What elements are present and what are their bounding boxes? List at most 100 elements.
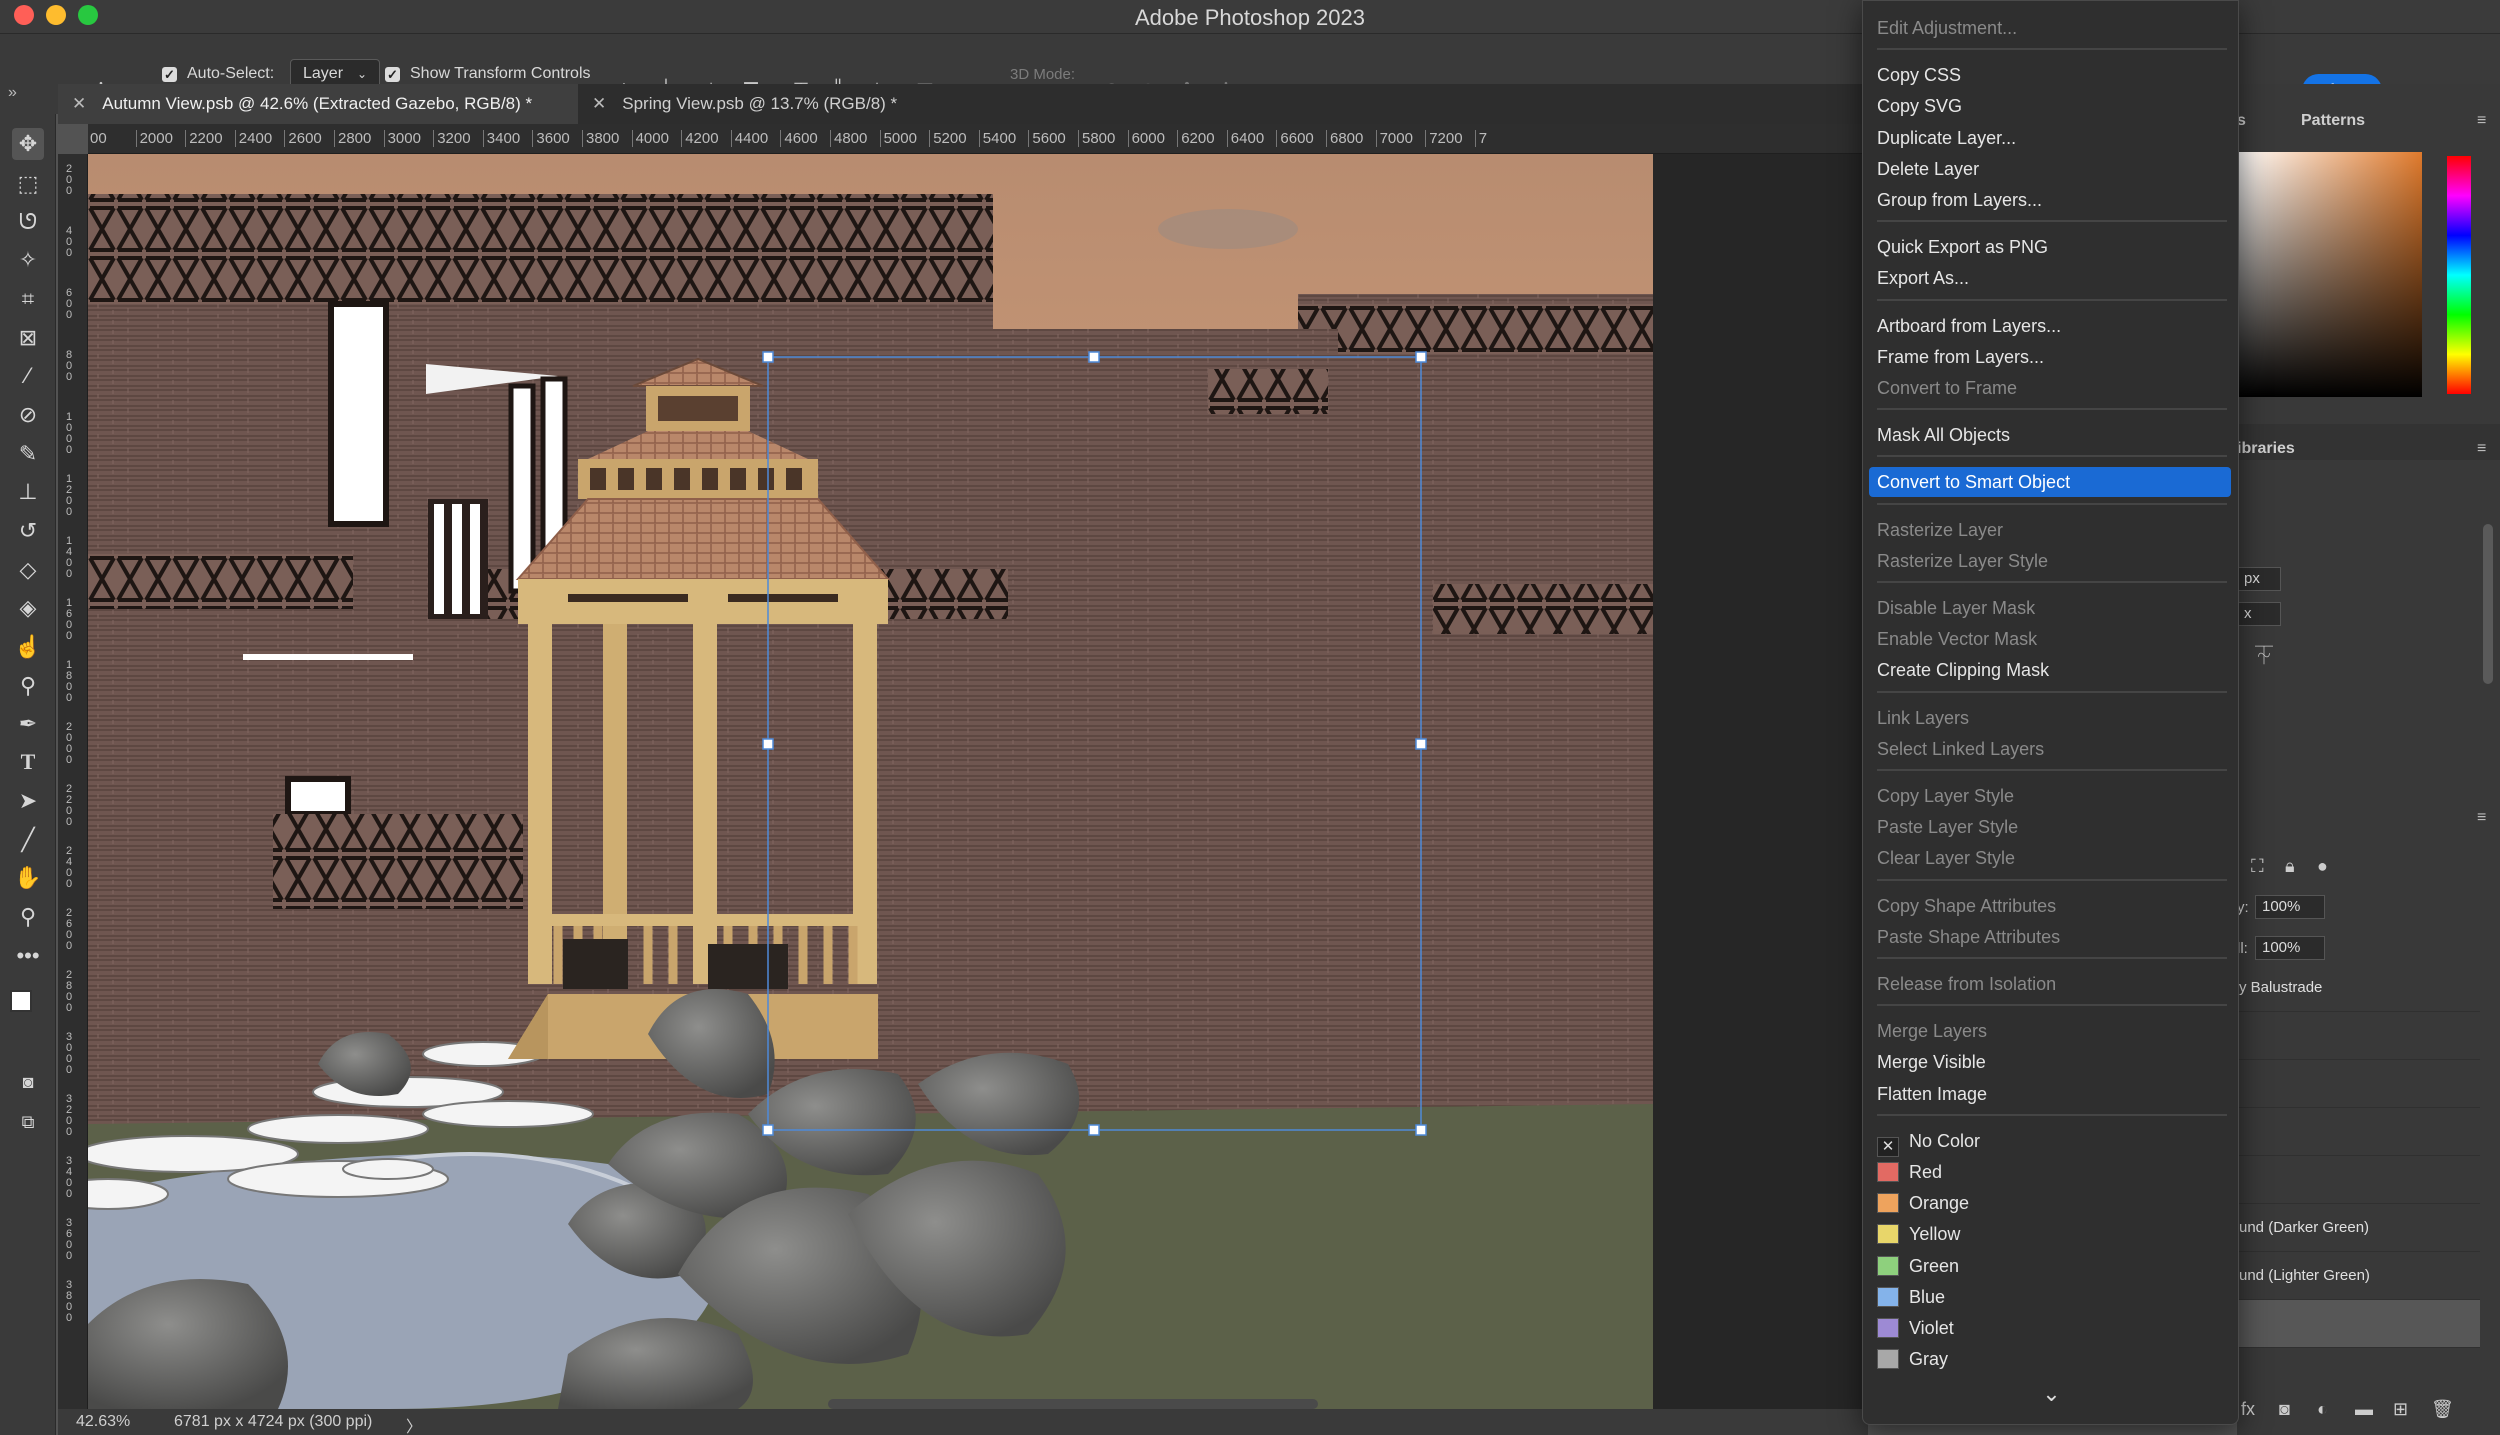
menu-item-gray[interactable]: Gray xyxy=(1877,1344,2227,1374)
property-field[interactable]: x xyxy=(2237,602,2281,626)
menu-item-create-clipping-mask[interactable]: Create Clipping Mask xyxy=(1877,655,2227,685)
layers-footer: fx ◙ ◐ ▬ ⊞ 🗑︎ xyxy=(2237,1399,2500,1435)
menu-item-delete-layer[interactable]: Delete Layer xyxy=(1877,154,2227,184)
type-tool-icon[interactable]: T xyxy=(12,746,44,778)
smudge-tool-icon[interactable]: ☝ xyxy=(12,631,44,663)
close-tab-icon[interactable]: ✕ xyxy=(592,94,606,114)
screen-mode-icon[interactable]: ⧉ xyxy=(12,1106,44,1138)
libraries-tab[interactable]: ibraries xyxy=(2237,440,2295,458)
clone-stamp-tool-icon[interactable]: ⊥ xyxy=(12,476,44,508)
add-mask-icon[interactable]: ◙ xyxy=(2279,1399,2290,1420)
toolbar-collapse-icon[interactable]: » xyxy=(0,84,58,114)
menu-item-artboard-from-layers[interactable]: Artboard from Layers... xyxy=(1877,311,2227,341)
frame-tool-icon[interactable]: ⊠ xyxy=(12,322,44,354)
path-selection-tool-icon[interactable]: ➤ xyxy=(12,785,44,817)
layer-row-selected[interactable] xyxy=(2237,1300,2480,1348)
transform-handle[interactable] xyxy=(762,1124,774,1136)
layer-row[interactable]: und (Lighter Green) xyxy=(2237,1252,2480,1300)
property-field[interactable]: px xyxy=(2237,567,2281,591)
group-icon[interactable]: ▬ xyxy=(2355,1399,2373,1420)
transform-handle[interactable] xyxy=(1088,351,1100,363)
align-icon[interactable]: ⏇ xyxy=(2255,642,2273,668)
magic-wand-tool-icon[interactable]: ✧ xyxy=(12,244,44,276)
menu-item-quick-export-as-png[interactable]: Quick Export as PNG xyxy=(1877,232,2227,262)
auto-select-checkbox[interactable]: ✓ xyxy=(162,66,177,82)
opacity-field[interactable]: 100% xyxy=(2255,895,2325,919)
new-layer-icon[interactable]: ⊞ xyxy=(2393,1399,2408,1420)
marquee-tool-icon[interactable]: ⬚ xyxy=(12,168,44,200)
menu-item-flatten-image[interactable]: Flatten Image xyxy=(1877,1079,2227,1109)
patterns-tab[interactable]: Patterns xyxy=(2301,112,2365,130)
paint-bucket-tool-icon[interactable]: ◈ xyxy=(12,592,44,624)
lock-artboard-icon[interactable]: ⛶ xyxy=(2251,856,2264,877)
menu-item-copy-svg[interactable]: Copy SVG xyxy=(1877,91,2227,121)
menu-item-violet[interactable]: Violet xyxy=(1877,1313,2227,1343)
fx-icon[interactable]: fx xyxy=(2241,1399,2255,1420)
brush-tool-icon[interactable]: ✎ xyxy=(12,438,44,470)
ruler-tick-label: 6000 xyxy=(1127,130,1165,147)
menu-item-no-color[interactable]: ✕ No Color xyxy=(1877,1126,2227,1157)
menu-item-red[interactable]: Red xyxy=(1877,1157,2227,1187)
lock-all-icon[interactable]: 🔒︎ xyxy=(2285,856,2295,877)
transform-handle[interactable] xyxy=(1415,738,1427,750)
quick-mask-icon[interactable]: ◙ xyxy=(12,1066,44,1098)
document-canvas[interactable] xyxy=(88,154,1868,1409)
line-tool-icon[interactable]: ╱ xyxy=(12,824,44,856)
layer-row[interactable]: y Balustrade xyxy=(2237,964,2480,1012)
hue-slider[interactable] xyxy=(2447,156,2471,394)
show-transform-controls-checkbox[interactable]: ✓ xyxy=(385,66,400,82)
transform-handle[interactable] xyxy=(1088,1124,1100,1136)
panel-menu-icon[interactable]: ≡ xyxy=(2477,809,2486,827)
menu-item-disable-layer-mask: Disable Layer Mask xyxy=(1877,593,2227,623)
menu-item-blue[interactable]: Blue xyxy=(1877,1282,2227,1312)
menu-item-orange[interactable]: Orange xyxy=(1877,1188,2227,1218)
transform-handle[interactable] xyxy=(762,738,774,750)
transform-handle[interactable] xyxy=(1415,1124,1427,1136)
layer-row[interactable] xyxy=(2237,1108,2480,1156)
zoom-tool-icon[interactable]: ⚲ xyxy=(12,901,44,933)
color-picker-field[interactable] xyxy=(2237,152,2422,397)
menu-item-merge-visible[interactable]: Merge Visible xyxy=(1877,1047,2227,1077)
menu-item-convert-to-smart-object[interactable]: Convert to Smart Object xyxy=(1869,467,2231,498)
menu-item-export-as[interactable]: Export As... xyxy=(1877,263,2227,293)
trash-icon[interactable]: 🗑︎ xyxy=(2431,1399,2454,1420)
panel-scrollbar[interactable] xyxy=(2483,524,2493,684)
layer-row[interactable]: und (Darker Green) xyxy=(2237,1204,2480,1252)
foreground-color-swatch[interactable] xyxy=(10,990,32,1012)
tab-autumn-view[interactable]: ✕ Autumn View.psb @ 42.6% (Extracted Gaz… xyxy=(58,84,578,124)
layer-row[interactable] xyxy=(2237,1060,2480,1108)
status-menu-arrow-icon[interactable]: 〉 xyxy=(406,1413,422,1435)
move-tool-icon[interactable]: ✥ xyxy=(12,128,44,160)
close-tab-icon[interactable]: ✕ xyxy=(72,94,86,114)
menu-item-yellow[interactable]: Yellow xyxy=(1877,1219,2227,1249)
layer-row[interactable] xyxy=(2237,1156,2480,1204)
menu-scroll-down-icon[interactable]: ⌄ xyxy=(1863,1381,2240,1407)
menu-item-copy-css[interactable]: Copy CSS xyxy=(1877,60,2227,90)
crop-tool-icon[interactable]: ⌗ xyxy=(12,283,44,315)
panel-menu-icon[interactable]: ≡ xyxy=(2477,440,2486,458)
menu-item-group-from-layers[interactable]: Group from Layers... xyxy=(1877,185,2227,215)
eyedropper-tool-icon[interactable]: ⁄ xyxy=(12,360,44,392)
history-brush-tool-icon[interactable]: ↺ xyxy=(12,515,44,547)
tab-spring-view[interactable]: ✕ Spring View.psb @ 13.7% (RGB/8) * xyxy=(578,84,998,124)
dodge-tool-icon[interactable]: ⚲ xyxy=(12,670,44,702)
transform-handle[interactable] xyxy=(1415,351,1427,363)
zoom-level[interactable]: 42.63% xyxy=(76,1413,130,1431)
eraser-tool-icon[interactable]: ◇ xyxy=(12,554,44,586)
transform-handle[interactable] xyxy=(762,351,774,363)
adjustment-layer-icon[interactable]: ◐ xyxy=(2317,1399,2328,1420)
menu-item-duplicate-layer[interactable]: Duplicate Layer... xyxy=(1877,123,2227,153)
healing-brush-tool-icon[interactable]: ⊘ xyxy=(12,399,44,431)
menu-item-mask-all-objects[interactable]: Mask All Objects xyxy=(1877,420,2227,450)
horizontal-scrollbar[interactable] xyxy=(828,1399,1318,1409)
lasso-tool-icon[interactable]: ᘎ xyxy=(12,206,44,238)
hand-tool-icon[interactable]: ✋ xyxy=(12,862,44,894)
panel-menu-icon[interactable]: ≡ xyxy=(2477,112,2486,130)
edit-toolbar-icon[interactable]: ••• xyxy=(12,940,44,972)
menu-item-green[interactable]: Green xyxy=(1877,1251,2227,1281)
menu-item-frame-from-layers[interactable]: Frame from Layers... xyxy=(1877,342,2227,372)
fill-field[interactable]: 100% xyxy=(2255,936,2325,960)
pen-tool-icon[interactable]: ✒ xyxy=(12,708,44,740)
layer-row[interactable] xyxy=(2237,1012,2480,1060)
lock-position-icon[interactable]: ● xyxy=(2317,856,2328,877)
